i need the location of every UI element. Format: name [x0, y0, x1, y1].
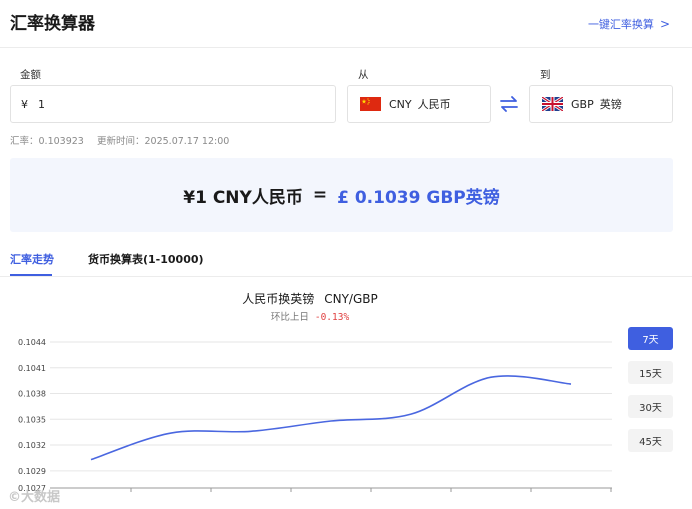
chevron-right-icon: >: [659, 17, 670, 31]
rate-trend-chart: 0.10440.10410.10380.10350.10320.10290.10…: [18, 338, 612, 493]
range-15d-button[interactable]: 15天: [628, 361, 673, 384]
range-7d-button[interactable]: 7天: [628, 327, 673, 350]
from-currency-name: 人民币: [417, 98, 451, 111]
quick-convert-label: 一键汇率换算: [587, 18, 654, 31]
amount-currency-symbol: ¥: [21, 97, 28, 111]
change-value: -0.13%: [314, 312, 350, 323]
from-label: 从: [358, 69, 369, 81]
gb-flag-icon: [542, 97, 563, 111]
y-tick-label: 0.1032: [18, 441, 46, 450]
y-tick-label: 0.1035: [18, 415, 46, 424]
to-currency-name: 英镑: [599, 98, 622, 111]
y-tick-label: 0.1044: [18, 338, 46, 347]
quick-convert-link[interactable]: 一键汇率换算 >: [588, 16, 670, 32]
chart-pair: CNY/GBP: [324, 292, 378, 306]
chart-title-text: 人民币换英镑: [242, 292, 315, 306]
compare-label: 环比上日: [270, 312, 309, 323]
currency-converter-page: 汇率换算器 一键汇率换算 > 金额 从 到 ¥ 1 CNY 人民币 GBP 英镑…: [0, 0, 692, 509]
chart-title: 人民币换英镑 CNY/GBP: [0, 290, 620, 307]
range-45d-button[interactable]: 45天: [628, 429, 673, 452]
update-time-text: 更新时间：2025.07.17 12:00: [97, 136, 230, 147]
chart-subtitle: 环比上日 -0.13%: [0, 309, 620, 323]
from-currency-select[interactable]: CNY 人民币: [347, 85, 491, 123]
result-from: ¥1 CNY人民币: [183, 187, 303, 208]
amount-value: 1: [38, 97, 45, 111]
tab-conversion-table[interactable]: 货币换算表(1-10000): [88, 251, 204, 267]
tab-bar: 汇率走势 货币换算表(1-10000): [0, 240, 692, 277]
cn-flag-icon: [360, 97, 381, 111]
from-currency-code: CNY: [389, 97, 412, 111]
page-title: 汇率换算器: [10, 14, 95, 34]
tab-rate-trend[interactable]: 汇率走势: [10, 251, 54, 267]
to-currency-select[interactable]: GBP 英镑: [529, 85, 673, 123]
series-line: [90, 375, 572, 461]
y-tick-label: 0.1041: [18, 364, 46, 373]
active-tab-indicator: [10, 274, 52, 276]
exchange-rate-text: 汇率：0.103923: [10, 136, 84, 147]
conversion-result: ¥1 CNY人民币 = £ 0.1039 GBP英镑: [10, 158, 673, 232]
watermark: ©大数据: [8, 490, 61, 505]
range-30d-button[interactable]: 30天: [628, 395, 673, 418]
result-equals: =: [312, 185, 328, 205]
amount-input[interactable]: ¥ 1: [10, 85, 336, 123]
to-label: 到: [540, 69, 551, 81]
header: 汇率换算器 一键汇率换算 >: [0, 0, 692, 48]
y-tick-label: 0.1029: [18, 467, 46, 476]
swap-icon[interactable]: [498, 93, 520, 115]
result-to: £ 0.1039 GBP英镑: [337, 187, 500, 208]
to-currency-code: GBP: [571, 97, 594, 111]
y-tick-label: 0.1038: [18, 390, 46, 399]
amount-label: 金额: [20, 69, 41, 81]
